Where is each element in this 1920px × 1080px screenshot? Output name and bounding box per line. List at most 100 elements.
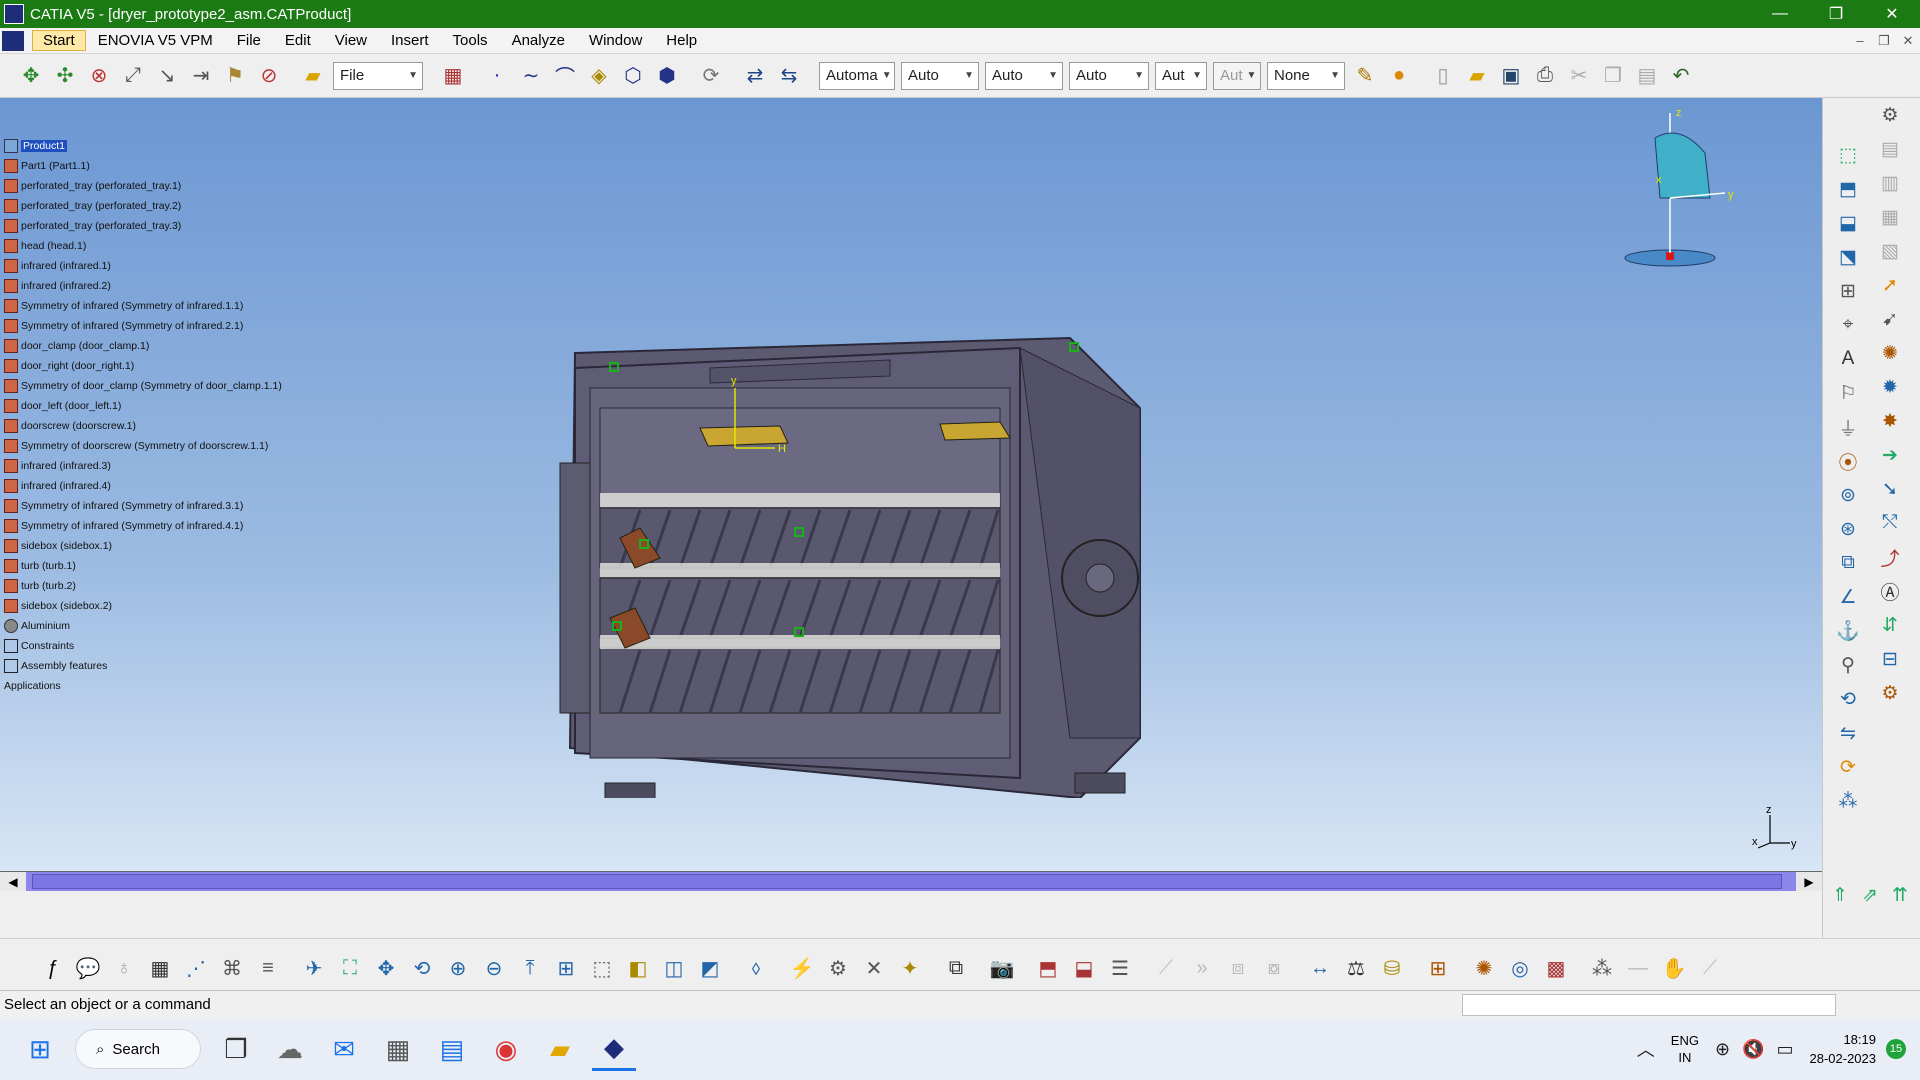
tree-node[interactable]: infrared (infrared.2) — [4, 276, 304, 296]
compass-base-handle[interactable] — [1666, 252, 1674, 260]
windows-start-icon[interactable]: ⊞ — [18, 1027, 62, 1071]
graph-tree-icon[interactable]: ⊟ — [1875, 644, 1905, 674]
open-icon[interactable]: ▰ — [1462, 61, 1492, 91]
new-part-icon[interactable]: ⬓ — [1833, 208, 1863, 238]
layer-combo[interactable]: None ▼ — [1267, 61, 1345, 90]
save-management-icon[interactable]: ⇑ — [1825, 880, 1855, 910]
file-combo[interactable]: File ▼ — [333, 61, 423, 90]
tree-node[interactable]: door_clamp (door_clamp.1) — [4, 336, 304, 356]
compass-widget[interactable]: z x y — [1610, 98, 1760, 278]
pan-icon[interactable]: ✥ — [371, 954, 401, 984]
distance-analysis-icon[interactable]: ✕ — [859, 954, 889, 984]
multi-view-icon[interactable]: ⊞ — [551, 954, 581, 984]
fix-component-icon[interactable]: ⚓ — [1833, 616, 1863, 646]
stop-manipulate-icon[interactable]: ⤢ — [118, 61, 148, 91]
product-structure-icon[interactable]: ⬓ — [1069, 954, 1099, 984]
tree-node[interactable]: Symmetry of infrared (Symmetry of infrar… — [4, 296, 304, 316]
tree-node[interactable]: Symmetry of infrared (Symmetry of infrar… — [4, 516, 304, 536]
scrollbar-thumb[interactable] — [32, 874, 1782, 889]
tree-node[interactable]: Symmetry of door_clamp (Symmetry of door… — [4, 376, 304, 396]
measure-between-icon[interactable]: ⬡ — [618, 61, 648, 91]
close-button[interactable]: ✕ — [1864, 0, 1920, 28]
network-icon[interactable]: ⊕ — [1715, 1039, 1730, 1060]
volume-muted-icon[interactable]: 🔇 — [1742, 1039, 1764, 1060]
tree-node[interactable]: perforated_tray (perforated_tray.3) — [4, 216, 304, 236]
scroll-left-icon[interactable]: ◀ — [0, 872, 26, 892]
curve-icon[interactable]: ∼ — [516, 61, 546, 91]
environment-icon[interactable]: ◎ — [1505, 954, 1535, 984]
hole-icon[interactable]: ⦿ — [1833, 446, 1863, 476]
tree-node[interactable]: Symmetry of doorscrew (Symmetry of doors… — [4, 436, 304, 456]
settings-gear-icon[interactable]: ⚙ — [1875, 100, 1905, 130]
language-indicator[interactable]: ENG IN — [1671, 1032, 1699, 1066]
text-annotation-icon[interactable]: A — [1833, 344, 1863, 374]
tree-node[interactable]: turb (turb.2) — [4, 576, 304, 596]
line-type-combo[interactable]: Auto ▼ — [1069, 61, 1149, 90]
tree-node[interactable]: Assembly features — [4, 656, 304, 676]
flexible-rigid-icon[interactable]: ⇋ — [1833, 718, 1863, 748]
tree-node[interactable]: sidebox (sidebox.1) — [4, 536, 304, 556]
surface-icon[interactable]: ⌒ — [550, 61, 580, 91]
law-icon[interactable]: ⋰ — [181, 954, 211, 984]
snap-component-icon[interactable]: ✹ — [1875, 372, 1905, 402]
group-icon[interactable]: ⁂ — [1587, 954, 1617, 984]
measure-item-icon[interactable]: ⬢ — [652, 61, 682, 91]
macro-icon[interactable]: ⌘ — [217, 954, 247, 984]
clock[interactable]: 18:19 28-02-2023 — [1810, 1030, 1877, 1068]
rotate-icon[interactable]: ⟲ — [407, 954, 437, 984]
select-cursor-icon[interactable]: ➚ — [1875, 270, 1905, 300]
measure-distance-icon[interactable]: ↔ — [1305, 954, 1335, 984]
zoom-in-icon[interactable]: ⊕ — [443, 954, 473, 984]
tree-root[interactable]: Product1 — [4, 136, 304, 156]
manipulate-component-icon[interactable]: ✺ — [1875, 338, 1905, 368]
tree-node[interactable]: infrared (infrared.1) — [4, 256, 304, 276]
chevron-up-icon[interactable]: ︿ — [1637, 1036, 1655, 1062]
3d-viewport[interactable]: Product1 Part1 (Part1.1) perforated_tray … — [0, 98, 1822, 874]
scroll-right-icon[interactable]: ▶ — [1796, 872, 1822, 892]
file-explorer-icon[interactable]: ▰ — [538, 1027, 582, 1071]
catia-menu-icon[interactable] — [2, 30, 24, 51]
point-icon[interactable]: · — [482, 61, 512, 91]
manipulation-icon[interactable]: ✥ — [16, 61, 46, 91]
doc-restore-button[interactable]: ❐ — [1872, 33, 1896, 49]
notepad-icon[interactable]: ▤ — [430, 1027, 474, 1071]
point-symbol-combo[interactable]: Aut ▼ — [1155, 61, 1207, 90]
line-weight-combo[interactable]: Auto ▼ — [985, 61, 1063, 90]
print-icon[interactable]: ⎙ — [1530, 61, 1560, 91]
tree-node[interactable]: turb (turb.1) — [4, 556, 304, 576]
fit-all-icon[interactable]: ⛶ — [335, 954, 365, 984]
widgets-icon[interactable]: ☁ — [268, 1027, 312, 1071]
doc-minimize-button[interactable]: – — [1848, 33, 1872, 49]
fly-mode-icon[interactable]: ✈ — [299, 954, 329, 984]
notification-badge[interactable]: 15 — [1886, 1039, 1906, 1059]
explode-component-icon[interactable]: ✸ — [1875, 406, 1905, 436]
menu-edit[interactable]: Edit — [273, 32, 323, 49]
catalog-icon[interactable]: ▦ — [438, 61, 468, 91]
format-painter-icon[interactable]: ✎ — [1350, 61, 1380, 91]
power-input-field[interactable] — [1462, 994, 1836, 1016]
weld-icon[interactable]: ⏚ — [1833, 412, 1863, 442]
tree-node[interactable]: infrared (infrared.3) — [4, 456, 304, 476]
grid-icon[interactable]: ⊞ — [1423, 954, 1453, 984]
swap-visible-space-icon[interactable]: ◩ — [695, 954, 725, 984]
tree-node[interactable]: Symmetry of infrared (Symmetry of infrar… — [4, 496, 304, 516]
quick-view-icon[interactable]: ⬚ — [587, 954, 617, 984]
tree-node[interactable]: Part1 (Part1.1) — [4, 156, 304, 176]
existing-component-icon[interactable]: ⬔ — [1833, 242, 1863, 272]
menu-start[interactable]: Start — [32, 30, 86, 51]
menu-help[interactable]: Help — [654, 32, 709, 49]
task-view-icon[interactable]: ❐ — [214, 1027, 258, 1071]
restore-button[interactable]: ❐ — [1808, 0, 1864, 28]
minimize-button[interactable]: — — [1752, 0, 1808, 28]
tree-node[interactable]: Applications — [4, 676, 304, 696]
explode-icon[interactable]: ⊗ — [84, 61, 114, 91]
bill-of-material-icon[interactable]: ⊞ — [1833, 276, 1863, 306]
spark-icon[interactable]: ✦ — [895, 954, 925, 984]
normal-view-icon[interactable]: ⤒ — [515, 954, 545, 984]
tree-node[interactable]: Symmetry of infrared (Symmetry of infrar… — [4, 316, 304, 336]
clash-analysis-icon[interactable]: ⚡ — [787, 954, 817, 984]
material-library-icon[interactable]: ▩ — [1541, 954, 1571, 984]
desk-icon[interactable]: ⇈ — [1885, 880, 1915, 910]
knowledge-comment-icon[interactable]: 💬 — [73, 954, 103, 984]
apply-material-icon[interactable]: ● — [1384, 61, 1414, 91]
